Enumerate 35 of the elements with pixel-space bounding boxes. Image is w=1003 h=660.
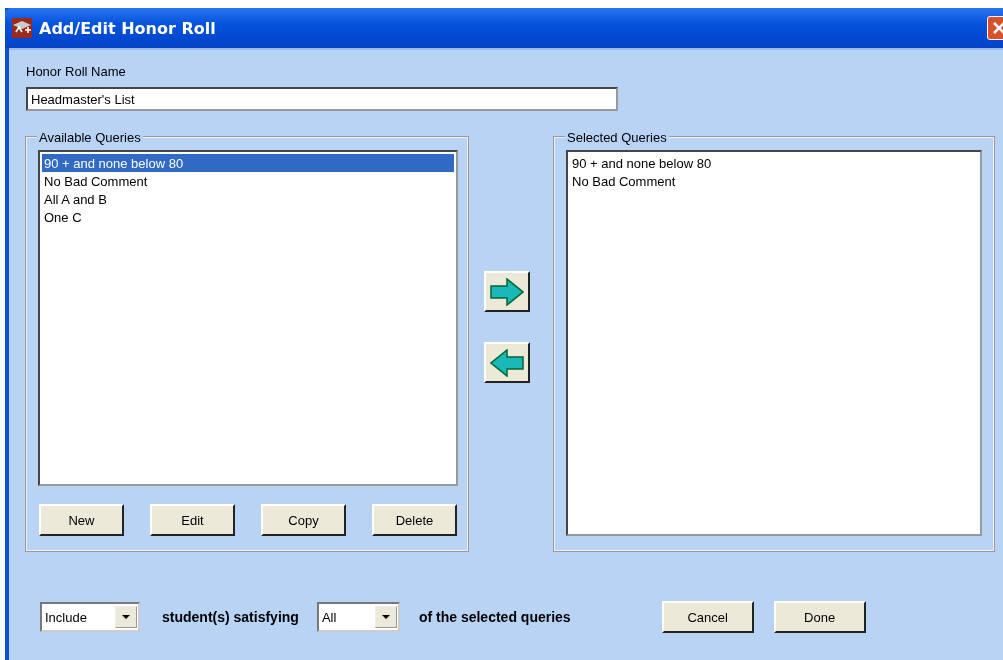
query-button[interactable]: Copy [261, 504, 346, 536]
close-icon [992, 21, 1003, 35]
dropdown-button[interactable] [115, 606, 137, 628]
quantifier-dropdown[interactable]: All [316, 602, 400, 632]
query-item[interactable]: No Bad Comment [42, 172, 454, 190]
query-list[interactable]: 90 + and none below 80 No Bad Comment [566, 150, 982, 536]
add-button[interactable] [484, 271, 530, 312]
remove-button[interactable] [484, 342, 530, 383]
query-item[interactable]: 90 + and none below 80 [570, 154, 978, 172]
query-list[interactable]: 90 + and none below 80 No Bad Comment All A and B One C [38, 150, 458, 486]
dropdown-value: Include [45, 609, 88, 625]
query-item[interactable]: All A and B [42, 190, 454, 208]
dropdown-value: All [321, 609, 338, 625]
query-item[interactable]: 90 + and none below 80 [42, 154, 454, 172]
caret-icon [381, 615, 390, 619]
field-label: Honor Roll Name [26, 64, 127, 79]
query-button[interactable]: Edit [150, 504, 235, 536]
condition-label: of the selected queries [418, 609, 571, 625]
mode-dropdown[interactable]: Include [40, 602, 140, 632]
panel-title: Selected Queries [565, 130, 669, 145]
query-button[interactable]: Delete [372, 504, 457, 536]
condition-label: student(s) satisfying [162, 609, 299, 625]
done-button[interactable]: Done [773, 601, 866, 633]
name-field[interactable]: Headmaster's List [26, 87, 618, 111]
query-button[interactable]: New [39, 504, 124, 536]
graduation-cap-icon [11, 17, 33, 39]
query-item[interactable]: No Bad Comment [570, 172, 978, 190]
panel-title: Available Queries [37, 130, 143, 145]
query-item[interactable]: One C [42, 208, 454, 226]
caret-icon [122, 615, 130, 619]
left-arrow-icon [490, 348, 524, 377]
dropdown-button[interactable] [374, 606, 397, 628]
right-arrow-icon [490, 277, 524, 306]
window-title: Add/Edit Honor Roll [39, 18, 217, 38]
cancel-button[interactable]: Cancel [661, 601, 754, 633]
